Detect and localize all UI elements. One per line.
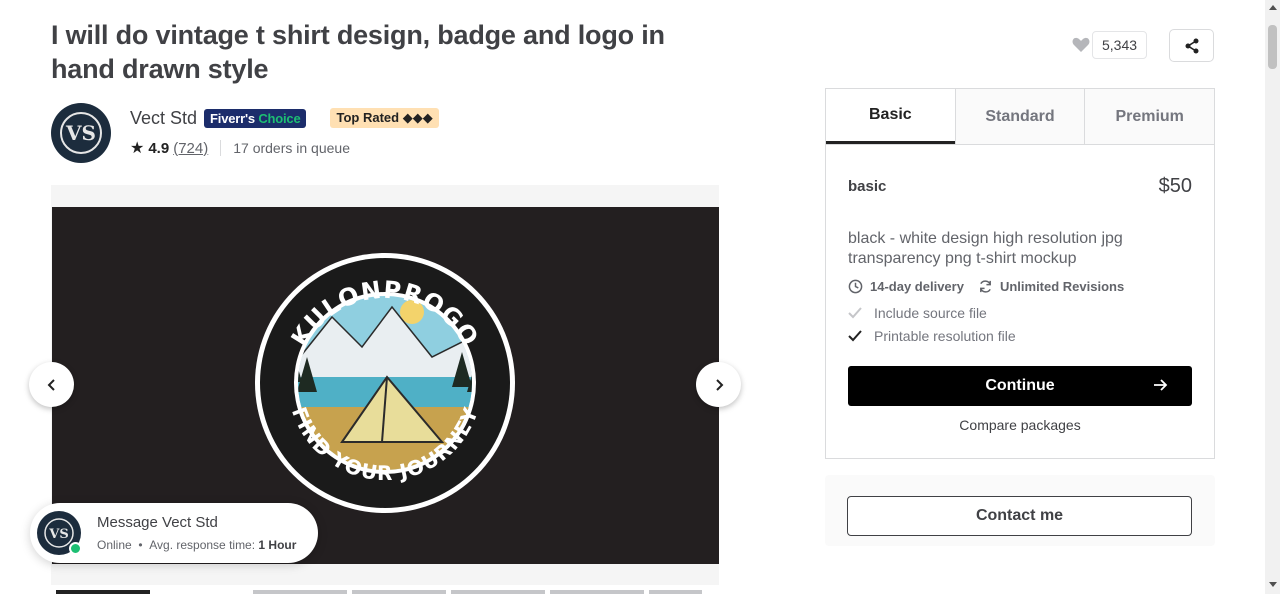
star-icon: ★ [130,140,145,157]
package-tabs: Basic Standard Premium [826,89,1215,145]
gallery-thumbnails [56,590,707,594]
thumbnail[interactable] [56,590,150,594]
message-status: Online • Avg. response time: 1 Hour [97,538,297,552]
orders-in-queue: 17 orders in queue [233,140,350,156]
refresh-icon [980,280,991,293]
thumbnail[interactable] [550,590,644,594]
online-status-dot [69,542,82,555]
tab-basic[interactable]: Basic [826,89,955,144]
contact-me-button[interactable]: Contact me [847,496,1192,536]
check-icon [848,306,862,318]
message-title: Message Vect Std [97,514,218,531]
svg-text:VS: VS [65,121,96,145]
seller-avatar[interactable]: VS [51,103,111,163]
message-seller-bubble[interactable]: VS Message Vect Std Online • Avg. respon… [30,503,318,563]
package-panel: Basic Standard Premium basic $50 black -… [825,88,1215,459]
share-icon [1185,38,1198,53]
tab-standard[interactable]: Standard [954,89,1085,144]
thumbnail[interactable] [352,590,446,594]
like-count: 5,343 [1092,31,1148,59]
arrow-right-icon [1154,379,1168,391]
reviews-link[interactable]: (724) [173,140,208,157]
divider [220,140,222,156]
like-section: 5,343 [1072,31,1148,59]
seller-name[interactable]: Vect Std [130,108,197,129]
package-name: basic [848,178,887,195]
feature-item: Printable resolution file [848,324,1192,347]
vs-monogram-logo: VS [60,112,102,154]
share-button[interactable] [1169,29,1214,62]
scroll-thumb[interactable] [1268,25,1277,69]
compare-packages-link[interactable]: Compare packages [848,417,1192,433]
thumbnail[interactable] [451,590,545,594]
feature-item: Include source file [848,301,1192,324]
chevron-left-icon [47,378,55,391]
continue-button[interactable]: Continue [848,366,1192,406]
gallery-next-button[interactable] [696,362,741,407]
fiverrs-choice-badge: Fiverr's Choice [204,108,307,128]
revisions: Unlimited Revisions [978,279,1124,294]
heart-icon[interactable] [1072,37,1090,53]
gig-title: I will do vintage t shirt design, badge … [51,20,665,84]
page-scrollbar[interactable] [1265,0,1280,594]
scroll-down-arrow[interactable] [1269,582,1277,587]
package-price: $50 [1158,175,1192,197]
seller-rating: 4.9 [148,139,170,157]
gallery-prev-button[interactable] [29,362,74,407]
check-icon [848,329,862,341]
top-rated-badge: Top Rated ◆◆◆ [330,108,439,128]
scroll-up-arrow[interactable] [1269,5,1277,10]
contact-section: Contact me [825,475,1215,546]
thumbnail[interactable] [253,590,347,594]
package-description: black - white design high resolution jpg… [848,230,1123,267]
seller-overview: VS Vect Std Fiverr's Choice Top Rated ◆◆… [51,103,439,163]
tab-premium[interactable]: Premium [1084,89,1215,144]
delivery-time: 14-day delivery [848,279,964,294]
clock-icon [848,279,863,294]
svg-text:VS: VS [48,527,68,542]
thumbnail[interactable] [649,590,702,594]
chevron-right-icon [715,378,723,391]
